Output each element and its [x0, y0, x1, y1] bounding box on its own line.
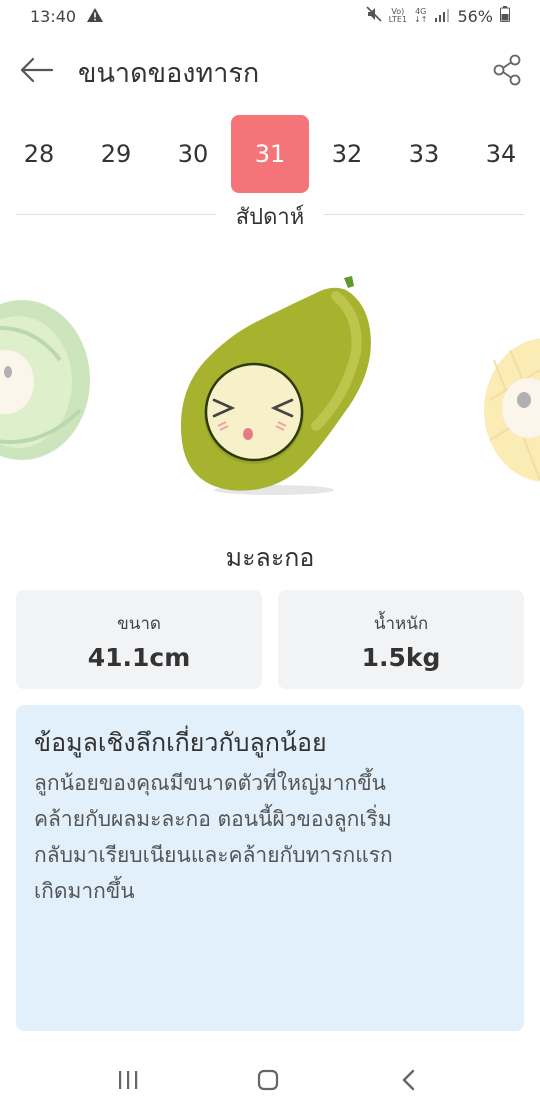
home-button[interactable] — [248, 1066, 288, 1094]
week-label: สัปดาห์ — [235, 205, 305, 230]
weight-value: 1.5kg — [361, 643, 441, 672]
fruit-name: มะละกอ — [225, 543, 315, 572]
system-nav-bar — [0, 1058, 540, 1102]
week-item-32[interactable]: 32 — [308, 115, 386, 193]
share-icon — [493, 54, 521, 86]
insight-line-1: ลูกน้อยของคุณมีขนาดตัวที่ใหญ่มากขึ้น — [34, 771, 386, 795]
insight-line-4: เกิดมากขึ้น — [34, 879, 135, 903]
warning-icon — [86, 7, 104, 27]
week-item-29[interactable]: 29 — [77, 115, 155, 193]
data-indicator: 4G ↓↑ — [414, 8, 427, 24]
status-indicators: Vo) LTE1 4G ↓↑ 56% — [366, 6, 510, 26]
insight-body: ลูกน้อยของคุณมีขนาดตัวที่ใหญ่มากขึ้น คล้… — [34, 765, 506, 909]
size-label: ขนาด — [117, 614, 161, 634]
week-selector: 28 29 30 31 32 33 34 — [0, 115, 540, 193]
back-icon — [402, 1069, 415, 1091]
week-item-28[interactable]: 28 — [0, 115, 78, 193]
papaya-illustration — [180, 276, 371, 495]
week-item-30[interactable]: 30 — [154, 115, 232, 193]
insight-line-2: คล้ายกับผลมะละกอ ตอนนี้ผิวของลูกเริ่ม — [34, 807, 392, 831]
recent-apps-button[interactable] — [108, 1066, 148, 1094]
weight-label: น้ำหนัก — [373, 614, 429, 634]
data-bottom-text: ↓↑ — [414, 15, 428, 24]
network-bottom-text: LTE1 — [388, 15, 408, 24]
page-title: ขนาดของทารก — [78, 58, 260, 89]
home-icon — [257, 1069, 279, 1091]
insight-line-3: กลับมาเรียบเนียนและคล้ายกับทารกแรก — [34, 843, 393, 867]
nav-back-button[interactable] — [388, 1066, 428, 1094]
size-card: ขนาด 41.1cm — [16, 590, 262, 689]
recent-apps-icon — [119, 1071, 138, 1089]
size-value: 41.1cm — [87, 643, 191, 672]
back-button[interactable] — [18, 54, 56, 86]
pineapple-illustration — [484, 338, 540, 482]
insight-panel: ข้อมูลเชิงลึกเกี่ยวกับลูกน้อย ลูกน้อยของ… — [16, 705, 524, 1031]
week-item-31-selected[interactable]: 31 — [231, 115, 309, 193]
fruit-carousel[interactable] — [0, 240, 540, 520]
battery-icon — [500, 6, 510, 26]
weight-card: น้ำหนัก 1.5kg — [278, 590, 524, 689]
app-header: ขนาดของทารก — [0, 44, 540, 98]
back-arrow-icon — [20, 57, 54, 83]
week-item-33[interactable]: 33 — [385, 115, 463, 193]
signal-icon — [434, 7, 450, 26]
status-time: 13:40 — [30, 7, 77, 26]
week-item-34[interactable]: 34 — [462, 115, 540, 193]
lettuce-illustration — [0, 300, 90, 460]
network-indicator: Vo) LTE1 — [389, 8, 407, 24]
insight-title: ข้อมูลเชิงลึกเกี่ยวกับลูกน้อย — [34, 728, 327, 757]
status-bar: 13:40 Vo) LTE1 4G ↓↑ 56% — [0, 0, 540, 34]
mute-icon — [366, 6, 382, 26]
battery-percentage: 56% — [457, 6, 493, 26]
share-button[interactable] — [492, 53, 524, 87]
